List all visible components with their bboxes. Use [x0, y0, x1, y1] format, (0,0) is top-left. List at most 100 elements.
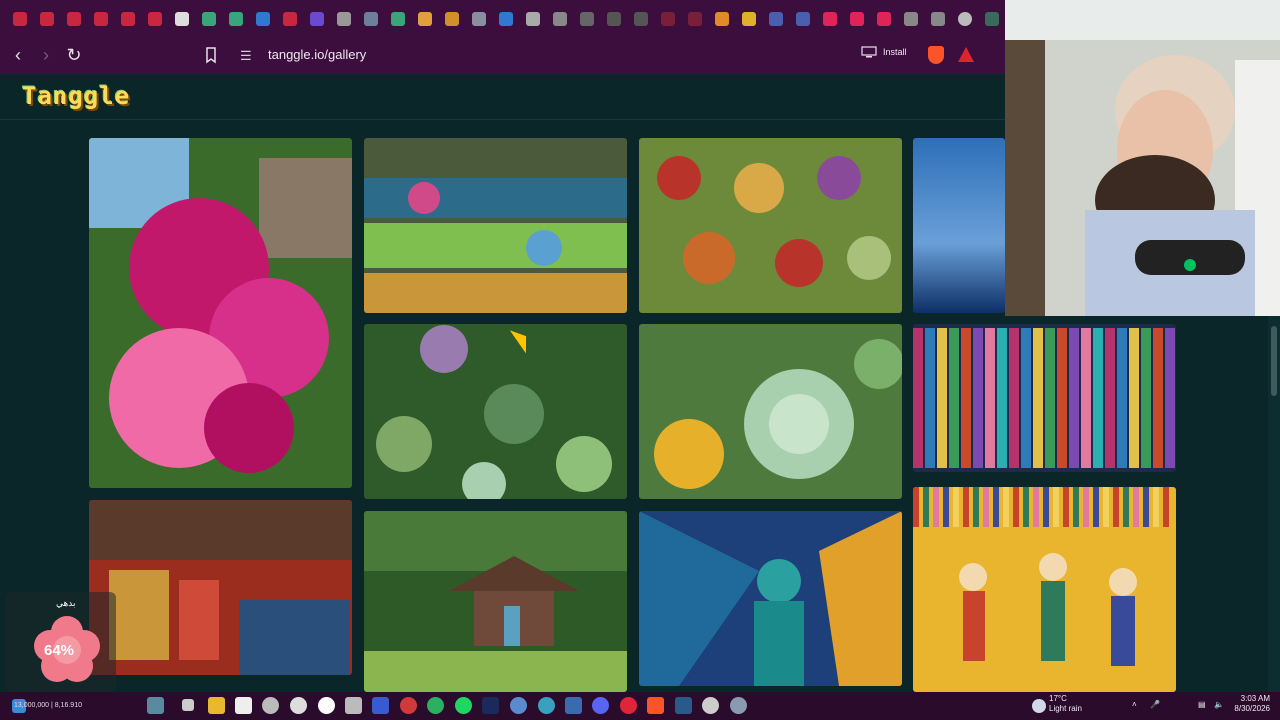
tab-favicon[interactable]	[546, 0, 573, 37]
taskbar-app-icon[interactable]	[400, 697, 417, 714]
back-icon[interactable]: ‹	[4, 42, 32, 70]
tab-favicon[interactable]	[357, 0, 384, 37]
tab-favicon[interactable]	[384, 0, 411, 37]
site-info-icon[interactable]: ☰	[240, 48, 252, 64]
taskbar-app-icon[interactable]	[702, 697, 719, 714]
brave-taskbar-icon[interactable]	[647, 697, 664, 714]
taskbar-app-icon[interactable]	[262, 697, 279, 714]
taskbar-app-icon[interactable]	[345, 697, 362, 714]
tab-favicon[interactable]	[330, 0, 357, 37]
taskbar-app-icon[interactable]	[182, 699, 194, 711]
tab-favicon[interactable]	[816, 0, 843, 37]
bookmark-icon[interactable]	[200, 44, 222, 66]
taskbar-app-icon[interactable]	[538, 697, 555, 714]
tab-favicon[interactable]	[87, 0, 114, 37]
file-explorer-icon[interactable]	[208, 697, 225, 714]
tab-favicon[interactable]	[303, 0, 330, 37]
streamer-webcam	[1005, 0, 1280, 316]
tab-favicon[interactable]	[681, 0, 708, 37]
reload-icon[interactable]: ↻	[60, 42, 88, 70]
microphone-icon[interactable]: 🎤	[1150, 700, 1160, 710]
gallery-tile-pink-lilies[interactable]	[89, 138, 352, 488]
taskbar-app-icon[interactable]	[147, 697, 164, 714]
tab-favicon[interactable]	[870, 0, 897, 37]
gallery-tile-succulent-closeup[interactable]	[639, 324, 902, 499]
mute-icon[interactable]	[168, 0, 195, 37]
browser-toolbar: ‹ › ↻	[0, 37, 1005, 74]
taskbar-app-icon[interactable]	[372, 697, 389, 714]
weather-desc: Light rain	[1049, 704, 1082, 713]
steam-icon[interactable]	[675, 697, 692, 714]
forward-icon[interactable]: ›	[32, 42, 60, 70]
tab-favicon[interactable]	[951, 0, 978, 37]
tab-favicon[interactable]	[924, 0, 951, 37]
tray-chevron-icon[interactable]: ˄	[1132, 700, 1137, 710]
scrollbar-thumb[interactable]	[1271, 326, 1277, 396]
gallery-tile-carnival-costume[interactable]	[639, 511, 902, 686]
tab-favicon[interactable]	[465, 0, 492, 37]
tab-favicon[interactable]	[492, 0, 519, 37]
tab-favicon[interactable]	[762, 0, 789, 37]
ticker-text: 13,000,000 | 8,16.910	[14, 702, 82, 709]
discord-icon[interactable]	[592, 697, 609, 714]
brave-rewards-icon[interactable]	[958, 47, 974, 62]
store-icon[interactable]	[235, 697, 252, 714]
tab-favicon[interactable]	[654, 0, 681, 37]
tab-favicon[interactable]	[519, 0, 546, 37]
site-logo[interactable]: Tanggle	[22, 82, 130, 110]
taskbar-app-icon[interactable]	[290, 697, 307, 714]
tab-favicon[interactable]	[438, 0, 465, 37]
weather-temp: 17°C	[1049, 694, 1067, 703]
gallery-tile-forest-cabin[interactable]	[364, 511, 627, 692]
tab-favicon[interactable]	[735, 0, 762, 37]
tab-favicon[interactable]	[573, 0, 600, 37]
gallery-tile-hanging-scarves[interactable]	[913, 324, 1176, 472]
gallery-tile-dancing-crowd-illustration[interactable]	[913, 487, 1176, 692]
weather-widget[interactable]: 17°C Light rain	[1049, 694, 1082, 714]
tab-favicon[interactable]	[708, 0, 735, 37]
tab-favicon[interactable]	[195, 0, 222, 37]
tab-favicon[interactable]	[114, 0, 141, 37]
tab-favicon[interactable]	[600, 0, 627, 37]
gallery-tile-succulent-market-stall[interactable]	[364, 138, 627, 313]
tab-favicon[interactable]	[897, 0, 924, 37]
gallery-tile-blue-sky-partial[interactable]	[913, 138, 1005, 313]
gallery-tile-textile-market[interactable]	[89, 500, 352, 675]
photoshop-icon[interactable]	[482, 697, 499, 714]
tab-favicon[interactable]	[843, 0, 870, 37]
volume-icon[interactable]: 🔈	[1214, 700, 1224, 710]
tab-favicon[interactable]	[627, 0, 654, 37]
tab-strip	[0, 0, 1005, 37]
taskbar-app-icon[interactable]	[565, 697, 582, 714]
tab-favicon[interactable]	[276, 0, 303, 37]
tab-favicon[interactable]	[141, 0, 168, 37]
tab-favicon[interactable]	[249, 0, 276, 37]
gallery-tile-colorful-succulents[interactable]	[639, 138, 902, 313]
settings-icon[interactable]	[730, 697, 747, 714]
site-header: Tanggle	[0, 74, 1005, 120]
opera-icon[interactable]	[620, 697, 637, 714]
tab-favicon[interactable]	[789, 0, 816, 37]
monitor-icon	[861, 46, 877, 58]
address-bar[interactable]: tanggle.io/gallery	[268, 47, 366, 62]
page-scrollbar[interactable]	[1268, 316, 1280, 692]
tab-favicon[interactable]	[978, 0, 1005, 37]
clock[interactable]: 3:03 AM 8/30/2026	[1232, 694, 1270, 714]
taskbar-app-icon[interactable]	[318, 697, 335, 714]
tab-favicon[interactable]	[222, 0, 249, 37]
widget-label: بدهي	[56, 598, 76, 608]
network-icon[interactable]: ▤	[1198, 700, 1206, 710]
whatsapp-icon[interactable]	[427, 697, 444, 714]
tab-favicon[interactable]	[33, 0, 60, 37]
spotify-icon[interactable]	[455, 697, 472, 714]
clock-time: 3:03 AM	[1240, 694, 1270, 703]
stream-widget: بدهي 64%	[6, 592, 116, 692]
gallery-tile-succulent-garden[interactable]	[364, 324, 627, 499]
taskbar-app-icon[interactable]	[510, 697, 527, 714]
install-button[interactable]: Install	[861, 46, 907, 58]
tab-favicon[interactable]	[411, 0, 438, 37]
brave-shields-icon[interactable]	[928, 46, 944, 64]
weather-icon[interactable]	[1032, 699, 1046, 713]
tab-favicon[interactable]	[60, 0, 87, 37]
tab-favicon[interactable]	[6, 0, 33, 37]
